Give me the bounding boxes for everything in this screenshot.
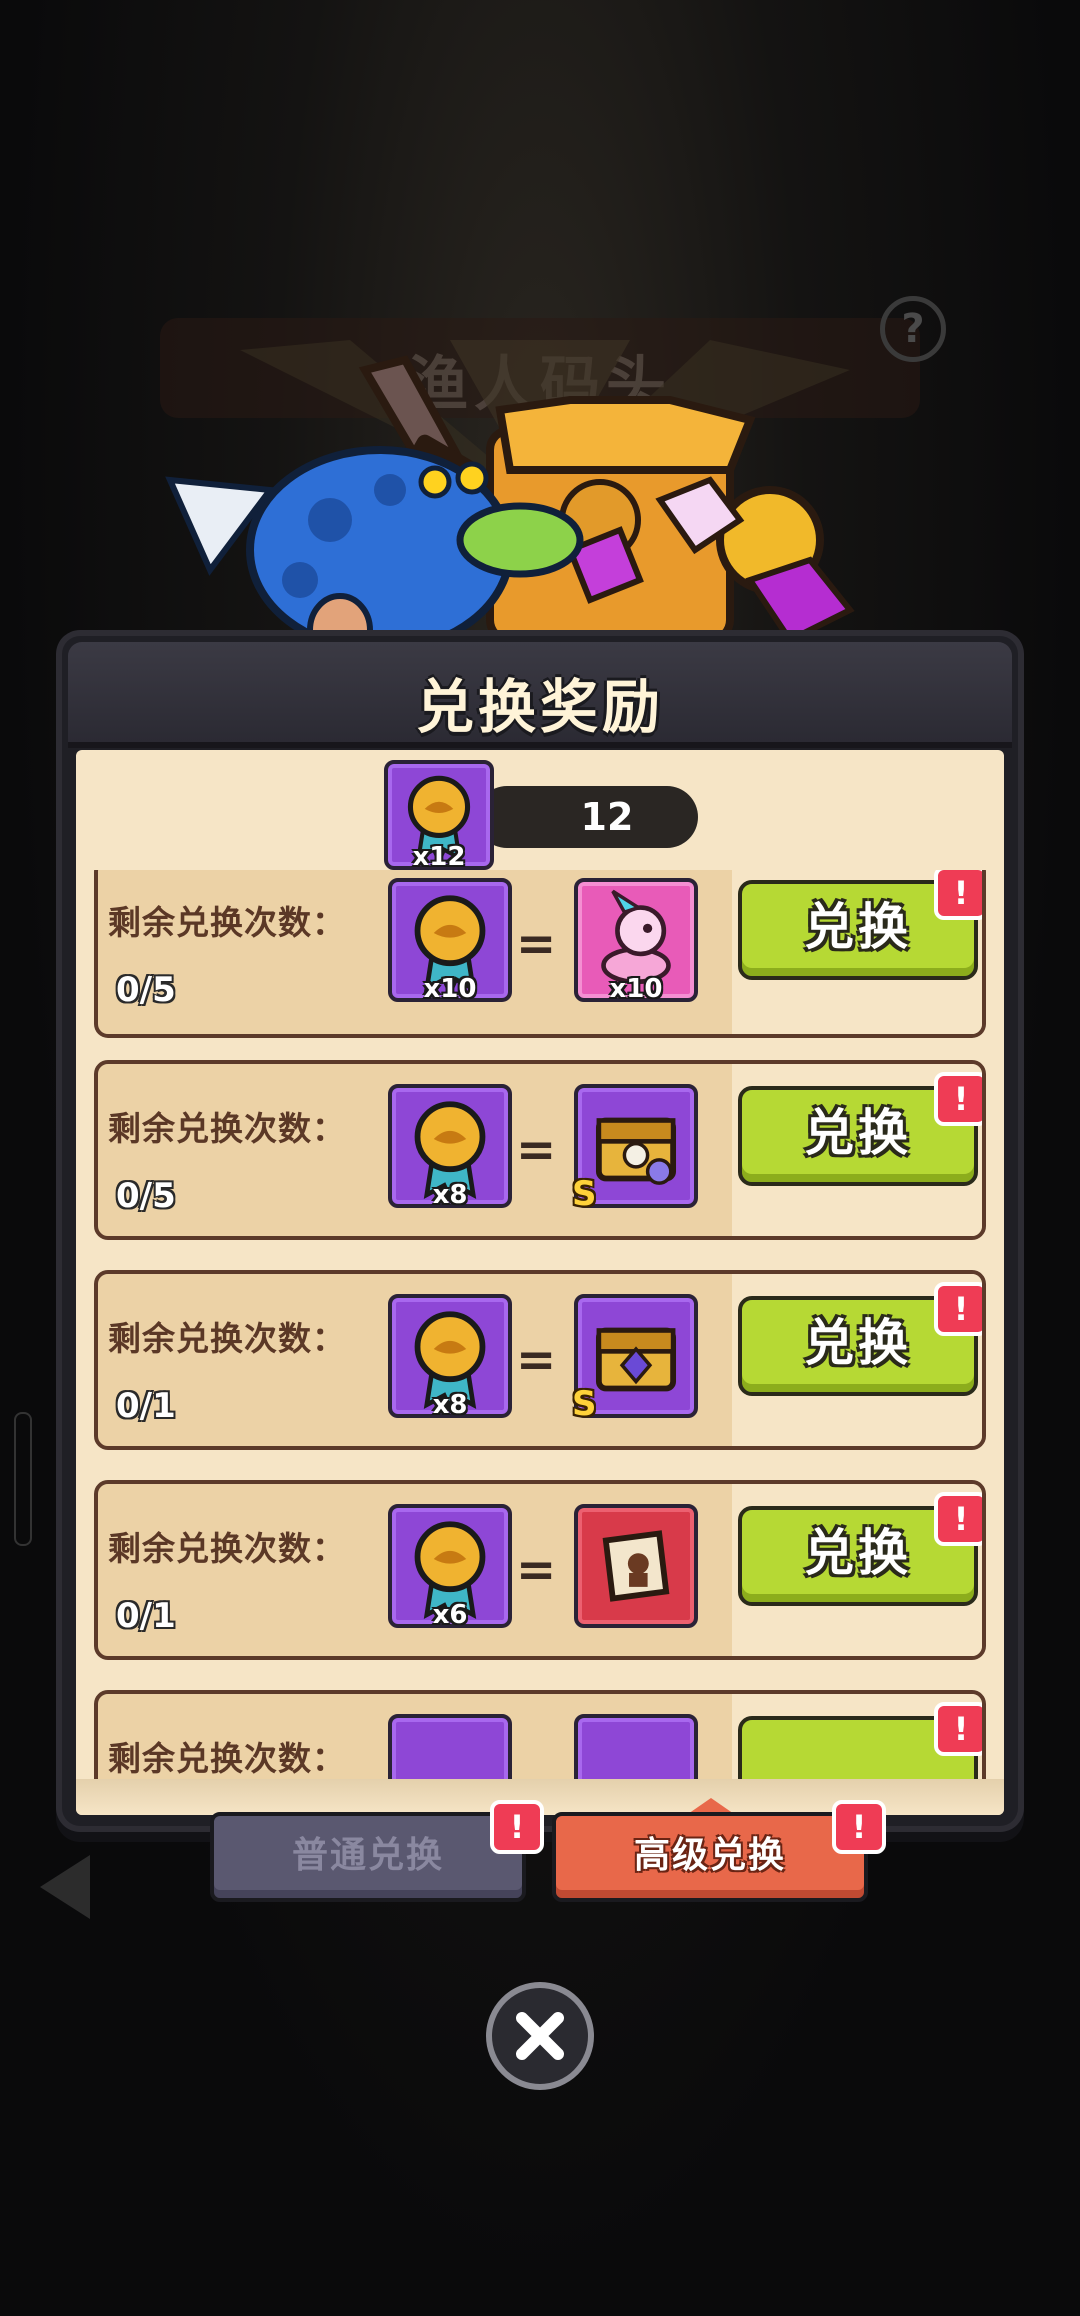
cost-quantity: x6 <box>432 1600 468 1630</box>
token-medal-icon: x6 <box>388 1504 512 1630</box>
remaining-label: 剩余兑换次数： <box>108 1739 346 1778</box>
token-medal-icon: x8 <box>388 1294 512 1420</box>
remaining-label: 剩余兑换次数： <box>108 903 346 942</box>
currency-amount: 12 <box>476 786 698 848</box>
exchange-reward-dialog: 兑换奖励 12 x12 剩余兑换次数： 0/5 x10 = x10 兑换 ! 剩… <box>62 636 1018 1826</box>
equals-sign: = <box>516 1122 557 1178</box>
remaining-count: 0/5 <box>116 970 176 1010</box>
pink-pet-creature-icon[interactable]: x10 <box>574 878 698 1004</box>
remaining-count: 0/1 <box>116 1596 176 1636</box>
close-button[interactable] <box>486 1982 594 2090</box>
equals-sign: = <box>516 1332 557 1388</box>
reward-quantity: x10 <box>609 974 663 1004</box>
remaining-label: 剩余兑换次数： <box>108 1109 346 1148</box>
currency-badge: x12 <box>412 842 466 872</box>
scroll-icon[interactable] <box>574 1504 698 1628</box>
tab-normal-exchange[interactable]: 普通兑换 <box>210 1812 526 1902</box>
alert-icon: ! <box>934 1282 982 1336</box>
dialog-title: 兑换奖励 <box>415 673 664 741</box>
remaining-count: 0/1 <box>116 1386 176 1426</box>
tab-advanced-exchange[interactable]: 高级兑换 <box>552 1812 868 1902</box>
cost-quantity: x8 <box>432 1390 468 1420</box>
alert-icon: ! <box>934 1072 982 1126</box>
exchange-row: 剩余兑换次数： 0/5 x8 = S 兑换 ! <box>94 1060 986 1240</box>
remaining-label: 剩余兑换次数： <box>108 1529 346 1568</box>
exchange-row: 剩余兑换次数： 0/1 x6 = 兑换 ! <box>94 1480 986 1660</box>
skull-chest-icon[interactable]: S <box>572 1084 698 1214</box>
token-medal-icon: x12 <box>384 760 494 872</box>
cost-quantity: x8 <box>432 1180 468 1210</box>
token-medal-icon: x8 <box>388 1084 512 1210</box>
exchange-list[interactable]: 剩余兑换次数： 0/5 x10 = x10 兑换 ! 剩余兑换次数： 0/5 x… <box>76 870 1004 1815</box>
alert-icon: ! <box>934 1702 982 1756</box>
equals-sign: = <box>516 916 557 972</box>
exchange-row: 剩余兑换次数： 0/1 x8 = S 兑换 ! <box>94 1270 986 1450</box>
alert-icon: ! <box>934 870 982 920</box>
side-drag-handle[interactable] <box>14 1412 32 1546</box>
equals-sign: = <box>516 1542 557 1598</box>
treasure-hero-illustration <box>165 340 855 640</box>
dialog-body: 12 x12 剩余兑换次数： 0/5 x10 = x10 兑换 ! 剩余兑换次数… <box>76 750 1004 1815</box>
currency-balance: 12 x12 <box>76 750 1004 880</box>
reward-grade: S <box>572 1174 597 1214</box>
gem-chest-icon[interactable]: S <box>572 1294 698 1424</box>
alert-icon: ! <box>490 1800 544 1854</box>
remaining-label: 剩余兑换次数： <box>108 1319 346 1358</box>
remaining-count: 0/5 <box>116 1176 176 1216</box>
cost-quantity: x10 <box>423 974 477 1004</box>
alert-icon: ! <box>832 1800 886 1854</box>
alert-icon: ! <box>934 1492 982 1546</box>
dialog-header: 兑换奖励 <box>68 642 1012 748</box>
exchange-row: 剩余兑换次数： 0/5 x10 = x10 兑换 ! <box>94 870 986 1038</box>
reward-grade: S <box>572 1384 597 1424</box>
close-icon <box>516 2012 564 2060</box>
back-arrow-icon <box>40 1855 90 1919</box>
token-medal-icon: x10 <box>388 878 512 1004</box>
